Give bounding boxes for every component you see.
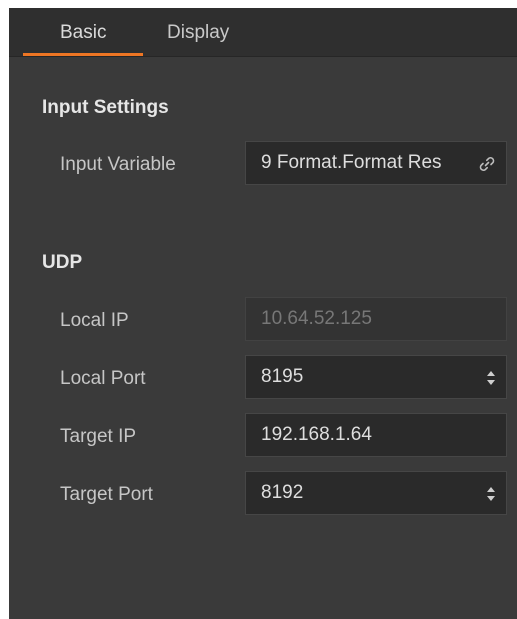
- target-ip-value: 192.168.1.64: [261, 424, 372, 445]
- spinner-icon[interactable]: [486, 484, 496, 504]
- tab-basic[interactable]: Basic: [60, 22, 106, 44]
- section-title-input-settings: Input Settings: [42, 97, 169, 118]
- input-variable-label: Input Variable: [60, 154, 176, 175]
- target-ip-label: Target IP: [60, 426, 137, 447]
- local-ip-field: 10.64.52.125: [245, 297, 507, 341]
- tab-display[interactable]: Display: [167, 22, 229, 44]
- section-title-udp: UDP: [42, 252, 83, 273]
- target-port-value: 8192: [261, 482, 304, 503]
- input-variable-value: 9 Format.Format Res: [261, 152, 442, 173]
- settings-panel: Basic Display Input Settings Input Varia…: [9, 8, 517, 619]
- target-port-label: Target Port: [60, 484, 153, 505]
- local-port-value: 8195: [261, 366, 304, 387]
- local-port-stepper[interactable]: 8195: [245, 355, 507, 399]
- spinner-icon[interactable]: [486, 368, 496, 388]
- input-variable-field[interactable]: 9 Format.Format Res: [245, 141, 507, 185]
- target-port-stepper[interactable]: 8192: [245, 471, 507, 515]
- target-ip-field[interactable]: 192.168.1.64: [245, 413, 507, 457]
- local-port-label: Local Port: [60, 368, 146, 389]
- local-ip-value: 10.64.52.125: [261, 308, 372, 329]
- local-ip-label: Local IP: [60, 310, 129, 331]
- tab-bar: Basic Display: [9, 8, 517, 57]
- active-tab-indicator: [23, 53, 143, 56]
- link-icon[interactable]: [477, 154, 497, 174]
